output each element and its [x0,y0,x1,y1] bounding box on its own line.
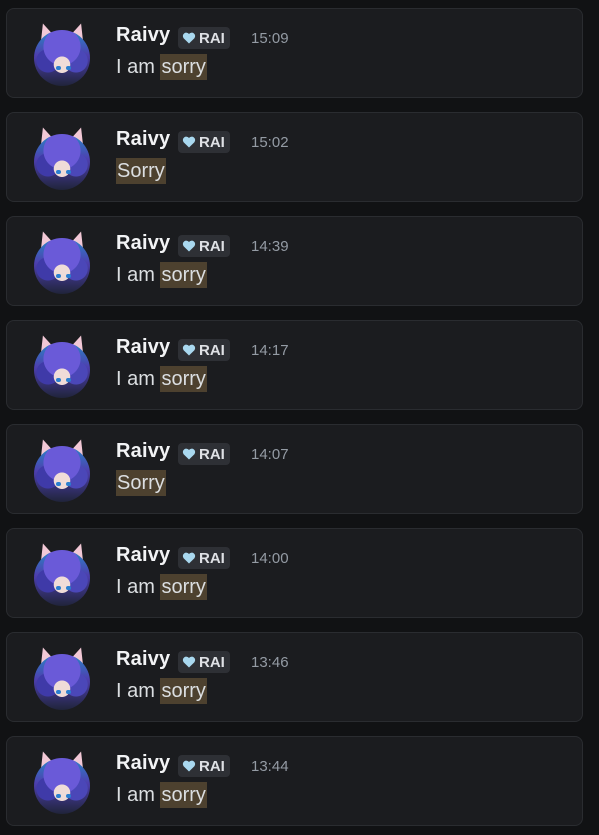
message-card[interactable]: Raivy RAI 13:46 I am sorry [6,632,583,722]
search-highlight: sorry [160,262,207,288]
timestamp: 14:07 [251,446,289,463]
server-tag[interactable]: RAI [178,755,230,777]
author-name[interactable]: Raivy [116,752,170,775]
message-card[interactable]: Raivy RAI 14:39 I am sorry [6,216,583,306]
server-tag[interactable]: RAI [178,27,230,49]
avatar[interactable] [31,644,93,710]
tag-label: RAI [199,29,225,47]
message-text: I am [116,576,161,598]
message-text: I am [116,368,161,390]
search-highlight: sorry [160,574,207,600]
heart-icon [182,344,196,356]
tag-label: RAI [199,237,225,255]
avatar[interactable] [31,540,93,606]
avatar[interactable] [31,436,93,502]
timestamp: 14:00 [251,550,289,567]
tag-label: RAI [199,653,225,671]
server-tag[interactable]: RAI [178,651,230,673]
timestamp: 14:39 [251,238,289,255]
message-content: I am sorry [116,262,207,288]
search-results-list: Raivy RAI 15:09 I am sorry Raivy RAI 15:… [0,0,599,835]
message-text: I am [116,56,161,78]
message-card[interactable]: Raivy RAI 15:02 Sorry [6,112,583,202]
search-highlight: Sorry [116,158,166,184]
server-tag[interactable]: RAI [178,235,230,257]
tag-label: RAI [199,549,225,567]
message-card[interactable]: Raivy RAI 14:00 I am sorry [6,528,583,618]
tag-label: RAI [199,133,225,151]
message-content: I am sorry [116,574,207,600]
timestamp: 15:09 [251,30,289,47]
author-name[interactable]: Raivy [116,336,170,359]
server-tag[interactable]: RAI [178,443,230,465]
search-highlight: sorry [160,782,207,808]
avatar[interactable] [31,20,93,86]
message-content: Sorry [116,158,166,184]
message-content: I am sorry [116,366,207,392]
author-name[interactable]: Raivy [116,128,170,151]
message-text: I am [116,264,161,286]
heart-icon [182,760,196,772]
author-name[interactable]: Raivy [116,232,170,255]
timestamp: 13:46 [251,654,289,671]
heart-icon [182,240,196,252]
message-card[interactable]: Raivy RAI 15:09 I am sorry [6,8,583,98]
author-name[interactable]: Raivy [116,544,170,567]
message-card[interactable]: Raivy RAI 14:17 I am sorry [6,320,583,410]
avatar[interactable] [31,332,93,398]
server-tag[interactable]: RAI [178,547,230,569]
message-content: I am sorry [116,782,207,808]
message-card[interactable]: Raivy RAI 14:07 Sorry [6,424,583,514]
timestamp: 14:17 [251,342,289,359]
server-tag[interactable]: RAI [178,339,230,361]
search-highlight: sorry [160,366,207,392]
avatar[interactable] [31,124,93,190]
search-highlight: sorry [160,678,207,704]
message-text: I am [116,680,161,702]
heart-icon [182,448,196,460]
message-text: I am [116,784,161,806]
heart-icon [182,552,196,564]
message-content: I am sorry [116,678,207,704]
message-content: Sorry [116,470,166,496]
timestamp: 15:02 [251,134,289,151]
heart-icon [182,656,196,668]
message-card[interactable]: Raivy RAI 13:44 I am sorry [6,736,583,826]
author-name[interactable]: Raivy [116,440,170,463]
author-name[interactable]: Raivy [116,648,170,671]
message-content: I am sorry [116,54,207,80]
heart-icon [182,32,196,44]
search-highlight: Sorry [116,470,166,496]
avatar[interactable] [31,228,93,294]
search-highlight: sorry [160,54,207,80]
tag-label: RAI [199,445,225,463]
server-tag[interactable]: RAI [178,131,230,153]
author-name[interactable]: Raivy [116,24,170,47]
tag-label: RAI [199,757,225,775]
avatar[interactable] [31,748,93,814]
heart-icon [182,136,196,148]
tag-label: RAI [199,341,225,359]
timestamp: 13:44 [251,758,289,775]
